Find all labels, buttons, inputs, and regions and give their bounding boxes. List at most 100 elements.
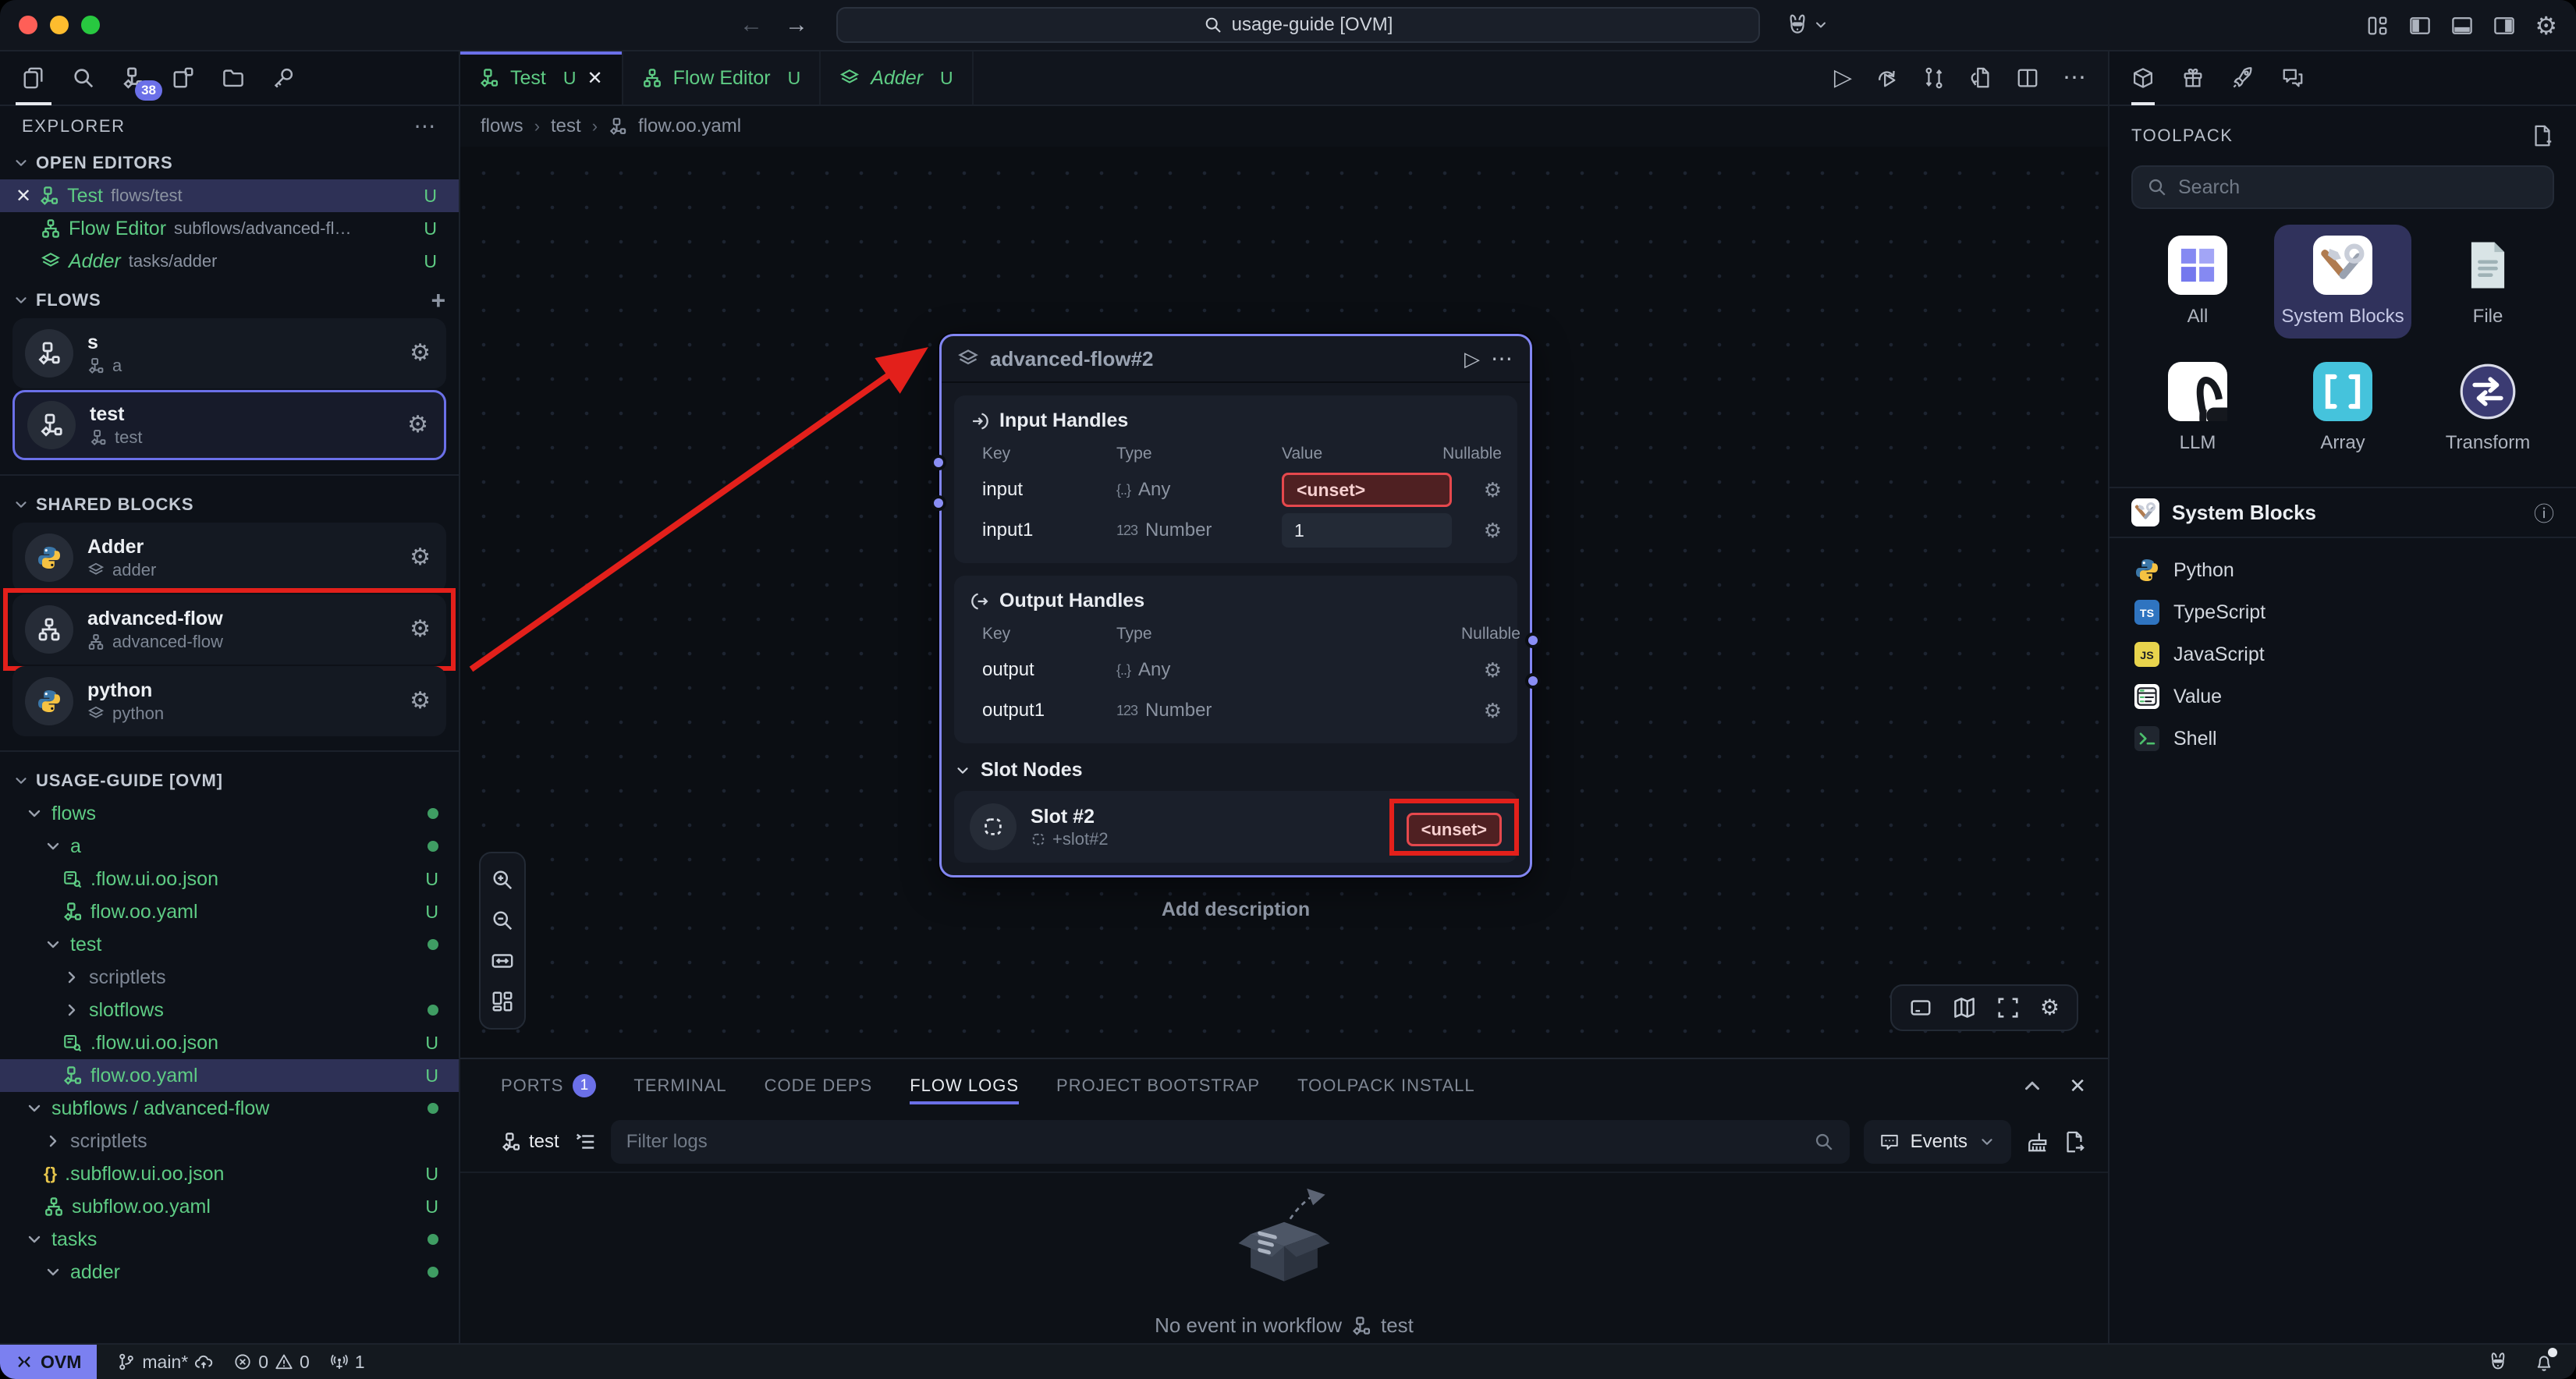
handle-value-field[interactable]: <unset> — [1282, 473, 1452, 507]
panel-tab[interactable]: CODE DEPS — [765, 1059, 873, 1112]
flows-activity-icon[interactable]: 38 — [119, 51, 148, 105]
tree-item[interactable]: scriptlets — [0, 1125, 459, 1157]
toggle-sidebar-icon[interactable] — [2408, 14, 2432, 37]
system-block-item[interactable]: TypeScript — [2109, 591, 2576, 633]
flow-card[interactable]: test test ⚙ — [12, 390, 446, 460]
open-editor-item[interactable]: ✕ Test flows/test U — [0, 179, 459, 212]
output-connection-handle[interactable] — [1525, 673, 1541, 689]
tree-item[interactable]: .flow.ui.oo.json U — [0, 1026, 459, 1059]
flow-canvas[interactable]: advanced-flow#2 ▷ ⋯ Input Handles Key — [460, 147, 2108, 1058]
deploy-tab-icon[interactable] — [2231, 51, 2255, 105]
handle-settings-icon[interactable]: ⚙ — [1461, 700, 1502, 721]
add-description-button[interactable]: Add description — [939, 899, 1532, 921]
history-forward-button[interactable]: → — [785, 12, 808, 38]
auto-layout-icon[interactable] — [481, 981, 524, 1022]
assistant-menu[interactable] — [1785, 12, 1829, 37]
open-editor-item[interactable]: Flow Editor subflows/advanced-fl… U — [0, 212, 459, 245]
toolpack-search-input[interactable]: Search — [2131, 165, 2554, 209]
slot-node-row[interactable]: Slot #2 +slot#2 <unset> — [954, 791, 1517, 863]
log-outline-icon[interactable] — [573, 1130, 597, 1154]
info-icon[interactable]: ⓘ — [2534, 498, 2554, 527]
system-block-item[interactable]: Shell — [2109, 718, 2576, 760]
extensions-activity-icon[interactable] — [169, 51, 198, 105]
block-settings-icon[interactable]: ⚙ — [410, 546, 431, 569]
debug-run-icon[interactable] — [1875, 66, 1899, 90]
output-connection-handle[interactable] — [1525, 633, 1541, 648]
tree-item[interactable]: adder — [0, 1256, 459, 1289]
node-run-icon[interactable]: ▷ — [1464, 349, 1480, 369]
node-more-icon[interactable]: ⋯ — [1491, 348, 1514, 370]
fullscreen-icon[interactable] — [1996, 996, 2020, 1019]
toolpack-category-card[interactable]: Transform — [2419, 351, 2556, 465]
flow-node-advanced-flow[interactable]: advanced-flow#2 ▷ ⋯ Input Handles Key — [939, 334, 1532, 877]
logs-flow-selector[interactable]: test — [501, 1131, 559, 1153]
close-editor-icon[interactable]: ✕ — [16, 185, 31, 207]
minimap-icon[interactable] — [1953, 996, 1976, 1019]
tree-item[interactable]: flows — [0, 797, 459, 830]
block-settings-icon[interactable]: ⚙ — [410, 690, 431, 713]
slot-value-badge[interactable]: <unset> — [1407, 813, 1502, 846]
search-activity-icon[interactable] — [69, 51, 98, 105]
compare-changes-icon[interactable] — [1922, 66, 1946, 90]
shared-block-card[interactable]: advanced-flow advanced-flow ⚙ — [12, 594, 446, 665]
block-settings-icon[interactable]: ⚙ — [410, 618, 431, 641]
run-flow-icon[interactable]: ▷ — [1834, 66, 1852, 90]
folder-activity-icon[interactable] — [218, 51, 248, 105]
shared-block-card[interactable]: Adder adder ⚙ — [12, 523, 446, 593]
explorer-more-icon[interactable]: ⋯ — [413, 115, 437, 137]
shared-block-card[interactable]: python python ⚙ — [12, 666, 446, 736]
toggle-panel-icon[interactable] — [2450, 14, 2474, 37]
toggle-secondary-sidebar-icon[interactable] — [2493, 14, 2516, 37]
toolpack-category-card[interactable]: Array — [2274, 351, 2411, 465]
system-block-item[interactable]: Python — [2109, 549, 2576, 591]
shared-blocks-header[interactable]: SHARED BLOCKS — [0, 488, 459, 521]
tree-item[interactable]: flow.oo.yaml U — [0, 1059, 459, 1092]
fit-view-icon[interactable] — [481, 941, 524, 981]
handle-value-field[interactable]: 1 — [1282, 513, 1452, 548]
handle-settings-icon[interactable]: ⚙ — [1461, 520, 1502, 541]
system-block-item[interactable]: JavaScript — [2109, 633, 2576, 675]
tree-item[interactable]: tasks — [0, 1223, 459, 1256]
flow-settings-icon[interactable]: ⚙ — [407, 413, 428, 437]
editor-tab[interactable]: Adder U — [821, 51, 973, 105]
zoom-in-icon[interactable] — [481, 860, 524, 900]
breadcrumb-folder[interactable]: test — [551, 115, 581, 137]
tree-item[interactable]: subflows / advanced-flow — [0, 1092, 459, 1125]
filter-logs-input[interactable]: Filter logs — [611, 1120, 1850, 1164]
input-connection-handle[interactable] — [931, 495, 946, 511]
tree-item[interactable]: scriptlets — [0, 961, 459, 994]
project-header[interactable]: USAGE-GUIDE [OVM] — [0, 764, 459, 797]
flows-header[interactable]: FLOWS + — [0, 284, 459, 317]
minimize-window-button[interactable] — [50, 16, 69, 34]
notifications-bell-icon[interactable] — [2534, 1351, 2554, 1373]
problems-item[interactable]: 0 0 — [233, 1352, 310, 1373]
handle-settings-icon[interactable]: ⚙ — [1461, 660, 1502, 680]
tree-item[interactable]: slotflows — [0, 994, 459, 1026]
close-window-button[interactable] — [19, 16, 37, 34]
maximize-panel-icon[interactable] — [2021, 1074, 2044, 1097]
close-panel-icon[interactable]: ✕ — [2069, 1074, 2086, 1098]
open-editor-item[interactable]: Adder tasks/adder U — [0, 245, 459, 278]
panel-tab[interactable]: PORTS 1 — [501, 1059, 596, 1112]
panel-tab[interactable]: PROJECT BOOTSTRAP — [1056, 1059, 1260, 1112]
flow-settings-icon[interactable]: ⚙ — [410, 342, 431, 365]
git-branch-item[interactable]: main* — [117, 1352, 213, 1373]
tab-close-icon[interactable]: ✕ — [587, 67, 602, 90]
breadcrumb-folder[interactable]: flows — [481, 115, 523, 137]
handle-settings-icon[interactable]: ⚙ — [1461, 480, 1502, 500]
canvas-settings-icon[interactable]: ⚙ — [2040, 997, 2060, 1019]
toolpack-category-card[interactable]: File — [2419, 225, 2556, 339]
keys-activity-icon[interactable] — [268, 51, 298, 105]
flow-card[interactable]: s a ⚙ — [12, 318, 446, 388]
tree-item[interactable]: flow.oo.yaml U — [0, 895, 459, 928]
marketplace-tab-icon[interactable] — [2181, 51, 2205, 105]
editor-tab[interactable]: Flow Editor U — [623, 51, 821, 105]
system-block-item[interactable]: Value — [2109, 675, 2576, 718]
clear-logs-icon[interactable] — [2025, 1130, 2049, 1154]
explorer-activity-icon[interactable] — [19, 51, 48, 105]
remote-indicator[interactable]: OVM — [0, 1345, 97, 1379]
history-back-button[interactable]: ← — [740, 12, 763, 38]
node-header[interactable]: advanced-flow#2 ▷ ⋯ — [942, 336, 1530, 383]
customize-layout-icon[interactable] — [2366, 14, 2390, 37]
chat-tab-icon[interactable] — [2281, 51, 2305, 105]
